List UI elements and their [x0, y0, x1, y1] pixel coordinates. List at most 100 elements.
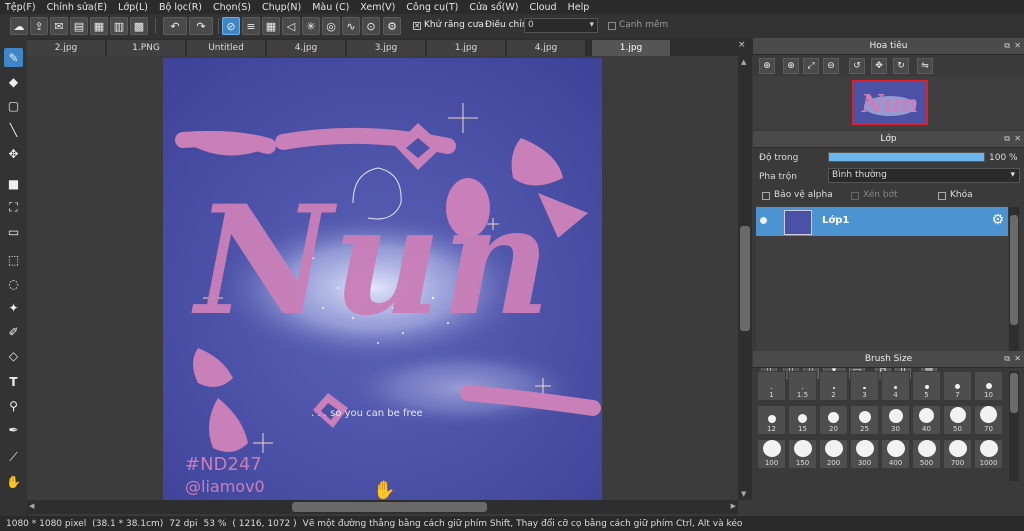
concentric-icon[interactable]: ◎: [322, 17, 340, 35]
brush-size-200[interactable]: 200: [819, 439, 848, 469]
bucket-tool-icon[interactable]: ⛶: [4, 198, 23, 217]
cloud-icon[interactable]: ☁: [10, 17, 28, 35]
brush-size-7[interactable]: 7: [943, 371, 972, 401]
brush-size-40[interactable]: 40: [912, 405, 941, 435]
layer-list-scrollbar[interactable]: [1009, 207, 1019, 355]
brush-size-500[interactable]: 500: [912, 439, 941, 469]
move-tool-icon[interactable]: ✥: [4, 144, 23, 163]
brush-size-100[interactable]: 100: [757, 439, 786, 469]
menu-item-6[interactable]: Màu (C): [307, 2, 355, 13]
perspective-icon[interactable]: ◁: [282, 17, 300, 35]
brush-size-20[interactable]: 20: [819, 405, 848, 435]
adjust-select[interactable]: 0 ▾: [524, 18, 598, 33]
brush-scrollbar[interactable]: [1009, 371, 1019, 481]
menu-item-3[interactable]: Bộ lọc(R): [154, 2, 208, 13]
divide-tool-icon[interactable]: ⚲: [4, 396, 23, 415]
tab-6[interactable]: 4.jpg: [507, 40, 586, 56]
tab-4[interactable]: 3.jpg: [347, 40, 426, 56]
brush-size-70[interactable]: 70: [974, 405, 1003, 435]
zoom-fit-icon[interactable]: ⊕: [759, 58, 775, 74]
scroll-left-icon[interactable]: ◀: [29, 502, 34, 510]
export-icon[interactable]: ⇪: [30, 17, 48, 35]
menu-item-0[interactable]: Tệp(F): [0, 2, 42, 13]
menu-item-8[interactable]: Công cụ(T): [401, 2, 464, 13]
book-icon[interactable]: ▦: [90, 17, 108, 35]
menu-item-5[interactable]: Chụp(N): [257, 2, 307, 13]
clipping-checkbox[interactable]: [851, 192, 859, 200]
menu-item-2[interactable]: Lớp(L): [113, 2, 154, 13]
chat-icon[interactable]: ✉: [50, 17, 68, 35]
brush-tool-icon[interactable]: ✎: [4, 48, 23, 67]
redo-icon[interactable]: ↷: [189, 17, 213, 35]
protect-alpha-checkbox[interactable]: [762, 192, 770, 200]
eraser-tool-icon[interactable]: ◆: [4, 72, 23, 91]
layer-row[interactable]: Lớp1 ⚙: [756, 207, 1008, 236]
brush-size-50[interactable]: 50: [943, 405, 972, 435]
close-icon[interactable]: ✕: [1014, 134, 1021, 143]
settings-icon[interactable]: ⚙: [383, 17, 401, 35]
fill-rect-icon[interactable]: ■: [4, 174, 23, 193]
brush-size-1000[interactable]: 1000: [974, 439, 1003, 469]
popout-icon[interactable]: ⧉: [1004, 41, 1010, 51]
horizontal-scroll-thumb[interactable]: [292, 502, 487, 512]
eye-icon[interactable]: [760, 217, 767, 224]
brush-size-30[interactable]: 30: [881, 405, 910, 435]
menu-item-1[interactable]: Chỉnh sửa(E): [42, 2, 114, 13]
popout-icon[interactable]: ⧉: [1004, 134, 1010, 144]
gear-icon[interactable]: ⚙: [991, 212, 1004, 228]
canvas-area[interactable]: Nun . . . so you can be free #ND247 @lia…: [27, 56, 738, 500]
no-symmetry-icon[interactable]: ⊘: [222, 17, 240, 35]
brush-size-700[interactable]: 700: [943, 439, 972, 469]
popout-icon[interactable]: ⧉: [1004, 354, 1010, 364]
brush-size-300[interactable]: 300: [850, 439, 879, 469]
opacity-slider[interactable]: [828, 152, 985, 162]
menu-item-7[interactable]: Xem(V): [355, 2, 401, 13]
zoom-out-icon[interactable]: ⊖: [823, 58, 839, 74]
eyedropper-icon[interactable]: ✒: [4, 420, 23, 439]
brush-size-10[interactable]: 10: [974, 371, 1003, 401]
artwork[interactable]: Nun . . . so you can be free #ND247 @lia…: [163, 58, 602, 500]
navigator-thumbnail[interactable]: Nun: [852, 80, 928, 125]
layer-scroll-thumb[interactable]: [1010, 215, 1018, 325]
menu-item-11[interactable]: Help: [563, 2, 596, 13]
rotate-left-icon[interactable]: ↺: [849, 58, 865, 74]
brush-size-400[interactable]: 400: [881, 439, 910, 469]
reset-rotation-icon[interactable]: ✥: [871, 58, 887, 74]
brush-size-1[interactable]: 1: [757, 371, 786, 401]
brush-size-1.5[interactable]: 1.5: [788, 371, 817, 401]
close-icon[interactable]: ✕: [1014, 354, 1021, 363]
select-pen-icon[interactable]: ✐: [4, 322, 23, 341]
tab-2[interactable]: Untitled: [187, 40, 266, 56]
close-icon[interactable]: ×: [738, 40, 746, 50]
brush-size-3[interactable]: 3: [850, 371, 879, 401]
folder-icon[interactable]: ▤: [70, 17, 88, 35]
rotate-right-icon[interactable]: ↻: [893, 58, 909, 74]
brush-size-25[interactable]: 25: [850, 405, 879, 435]
antialias-checkbox[interactable]: ✕: [413, 22, 421, 30]
tab-0[interactable]: 2.jpg: [27, 40, 106, 56]
scroll-right-icon[interactable]: ▶: [731, 502, 736, 510]
lock-checkbox[interactable]: [938, 192, 946, 200]
gradient-tool-icon[interactable]: ▭: [4, 222, 23, 241]
undo-icon[interactable]: ↶: [163, 17, 187, 35]
zoom-in-icon[interactable]: ⊕: [783, 58, 799, 74]
snap-icon[interactable]: ⊙: [362, 17, 380, 35]
fit-screen-icon[interactable]: ⤢: [803, 58, 819, 74]
menu-item-10[interactable]: Cloud: [524, 2, 562, 13]
scroll-up-icon[interactable]: ▲: [741, 58, 746, 66]
close-icon[interactable]: ✕: [1014, 41, 1021, 50]
brush-size-12[interactable]: 12: [757, 405, 786, 435]
hatch-icon[interactable]: ≡: [242, 17, 260, 35]
shape-tool-icon[interactable]: ▢: [4, 96, 23, 115]
brush-size-2[interactable]: 2: [819, 371, 848, 401]
tab-1[interactable]: 1.PNG: [107, 40, 186, 56]
brush-size-4[interactable]: 4: [881, 371, 910, 401]
tab-3[interactable]: 4.jpg: [267, 40, 346, 56]
brush-size-5[interactable]: 5: [912, 371, 941, 401]
flip-icon[interactable]: ⇋: [917, 58, 933, 74]
curve-icon[interactable]: ∿: [342, 17, 360, 35]
radial-icon[interactable]: ✳: [302, 17, 320, 35]
horizontal-scrollbar[interactable]: ◀ ▶: [27, 500, 738, 514]
brush-size-150[interactable]: 150: [788, 439, 817, 469]
brush-size-15[interactable]: 15: [788, 405, 817, 435]
